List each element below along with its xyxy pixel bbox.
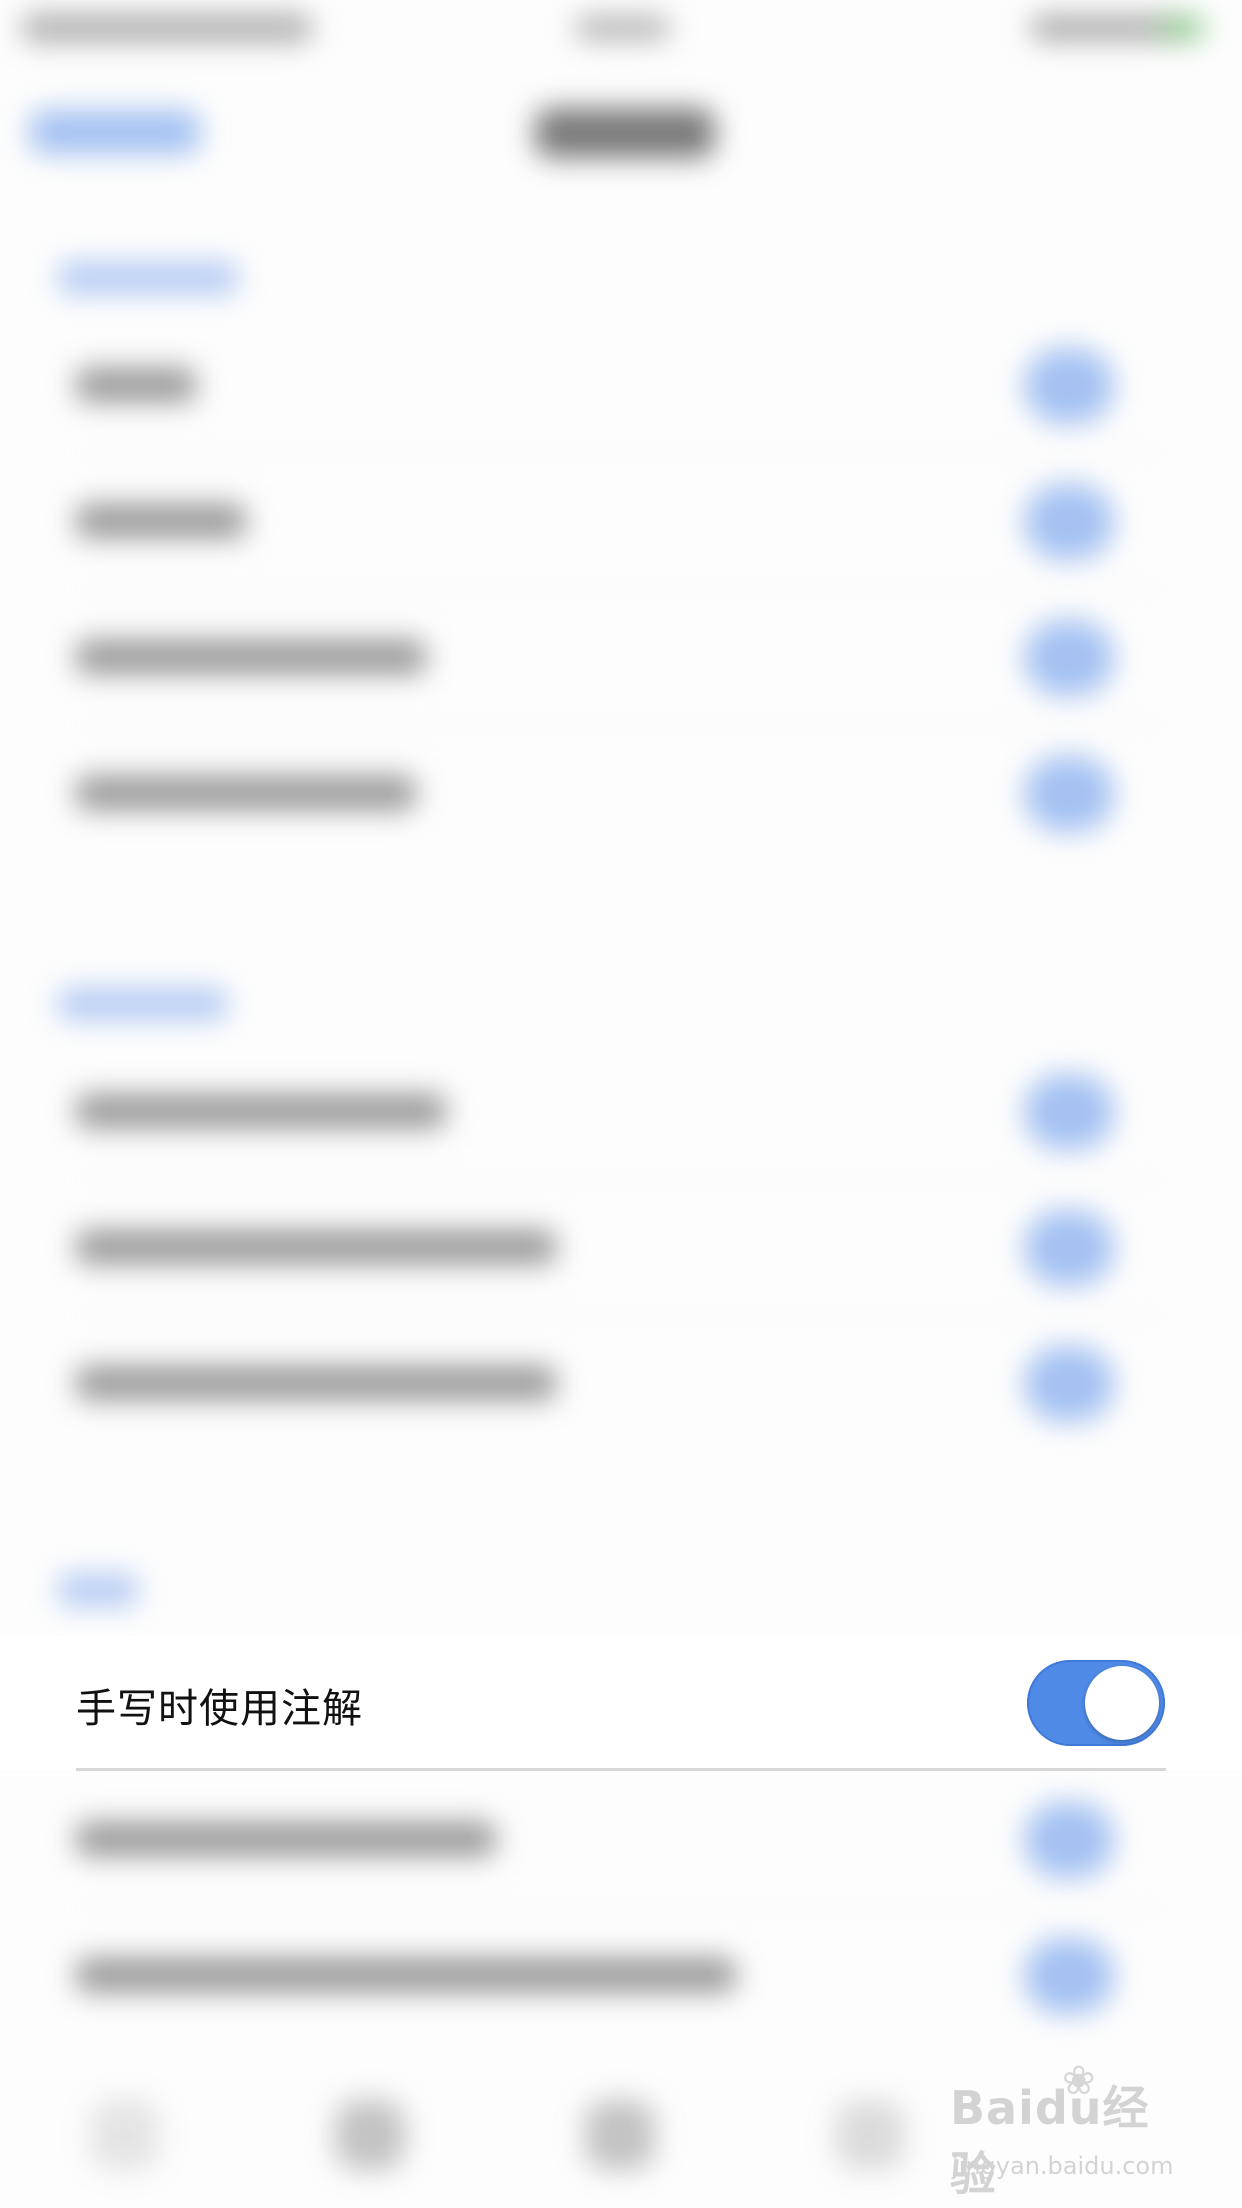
row-label xyxy=(76,368,196,402)
settings-row[interactable] xyxy=(0,1180,1242,1316)
annotation-setting-label: 手写时使用注解 xyxy=(76,1686,363,1732)
settings-row[interactable] xyxy=(0,1908,1242,2044)
settings-row[interactable] xyxy=(0,1044,1242,1180)
row-label xyxy=(76,640,426,674)
settings-row[interactable] xyxy=(0,726,1242,862)
settings-row[interactable] xyxy=(0,590,1242,726)
toggle-switch[interactable] xyxy=(1024,1074,1114,1150)
page-title xyxy=(535,108,715,158)
toggle-switch[interactable] xyxy=(1024,1346,1114,1422)
tab-icon[interactable] xyxy=(835,2100,905,2170)
toggle-switch[interactable] xyxy=(1024,620,1114,696)
toggle-knob xyxy=(1085,1666,1159,1740)
toggle-switch[interactable] xyxy=(1024,348,1114,424)
carrier-signal xyxy=(22,14,312,42)
baidu-jingyan-watermark: ❀ Baidu经验 jingyan.baidu.com xyxy=(950,2058,1190,2201)
battery-icon xyxy=(1160,18,1204,38)
settings-row[interactable] xyxy=(0,1316,1242,1452)
toggle-switch[interactable] xyxy=(1024,756,1114,832)
tab-icon[interactable] xyxy=(585,2100,655,2170)
tab-icon[interactable] xyxy=(335,2100,405,2170)
section-header-1 xyxy=(58,262,238,294)
settings-row[interactable] xyxy=(0,454,1242,590)
navigation-bar xyxy=(0,80,1242,180)
row-label xyxy=(76,1230,556,1264)
watermark-logo: Baidu经验 xyxy=(950,2081,1150,2201)
section-header-2 xyxy=(58,988,228,1020)
row-label xyxy=(76,1958,736,1992)
row-label xyxy=(76,776,416,810)
toggle-switch[interactable] xyxy=(1024,484,1114,560)
settings-row[interactable] xyxy=(0,1772,1242,1908)
annotation-toggle-switch[interactable] xyxy=(1027,1660,1165,1746)
back-button[interactable] xyxy=(30,110,200,154)
status-bar xyxy=(0,0,1242,60)
toggle-switch[interactable] xyxy=(1024,1210,1114,1286)
row-label xyxy=(76,504,246,538)
status-time xyxy=(575,16,670,40)
row-label xyxy=(76,1822,496,1856)
row-divider xyxy=(76,1768,1166,1771)
watermark-url: jingyan.baidu.com xyxy=(952,2152,1174,2180)
section-header-3 xyxy=(58,1574,138,1606)
settings-row[interactable] xyxy=(0,318,1242,454)
row-label xyxy=(76,1366,556,1400)
annotation-setting-row[interactable]: 手写时使用注解 xyxy=(0,1636,1242,1770)
toggle-switch[interactable] xyxy=(1024,1938,1114,2014)
row-label xyxy=(76,1094,446,1128)
tab-icon[interactable] xyxy=(90,2100,160,2170)
toggle-switch[interactable] xyxy=(1024,1802,1114,1878)
